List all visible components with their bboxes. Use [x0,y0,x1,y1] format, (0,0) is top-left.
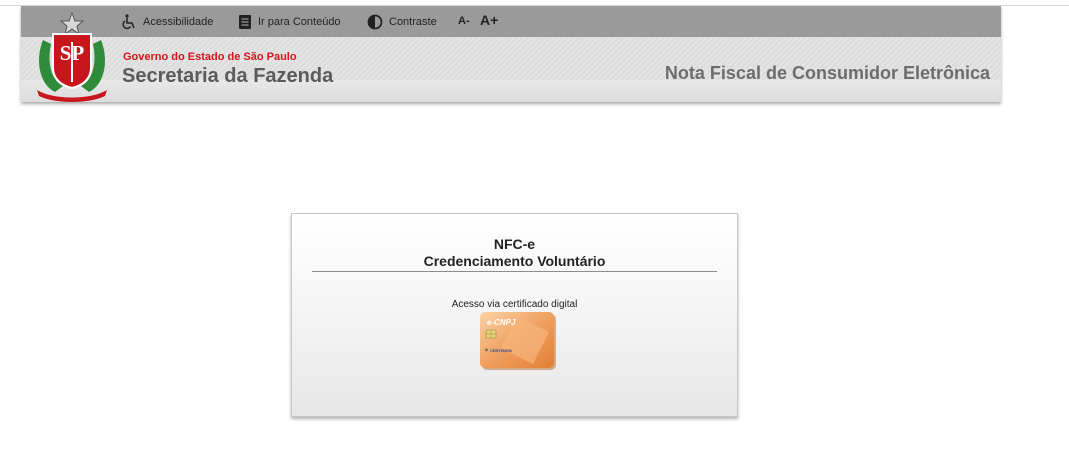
accessibility-bar: Acessibilidade Ir para Conteúdo Contrast… [21,6,1001,37]
skip-to-content-link[interactable]: Ir para Conteúdo [238,13,341,31]
secretariat-name: Secretaria da Fazenda [122,65,334,87]
site-header: Acessibilidade Ir para Conteúdo Contrast… [21,6,1001,102]
document-icon [239,15,251,29]
card-title-credenciamento: Credenciamento Voluntário [423,253,606,269]
skip-to-content-label: Ir para Conteúdo [258,16,341,28]
government-name: Governo do Estado de São Paulo [123,51,297,63]
wheelchair-icon [122,14,135,30]
font-increase-button[interactable]: A+ [480,12,498,28]
accessibility-label: Acessibilidade [143,16,214,28]
card-title-nfce: NFC-e [493,236,536,252]
contrast-label: Contraste [389,16,437,28]
card-divider [312,271,717,272]
contrast-toggle[interactable]: Contraste [367,13,437,31]
svg-text:CERTISIGN: CERTISIGN [490,348,512,353]
font-decrease-button[interactable]: A- [458,15,470,27]
system-title: Nota Fiscal de Consumidor Eletrônica [664,63,990,83]
ecnpj-certificate-card-icon[interactable]: e-CNPJ ✶ CERTISIGN [477,310,557,372]
credential-card: NFC-e Credenciamento Voluntário Acesso v… [291,213,738,417]
sp-coat-of-arms-icon[interactable]: SP [33,10,111,102]
svg-text:e-CNPJ: e-CNPJ [487,318,516,327]
digital-certificate-label: Acesso via certificado digital [451,299,578,310]
contrast-icon [367,14,383,30]
svg-text:✶: ✶ [484,347,489,354]
accessibility-link[interactable]: Acessibilidade [121,13,213,31]
